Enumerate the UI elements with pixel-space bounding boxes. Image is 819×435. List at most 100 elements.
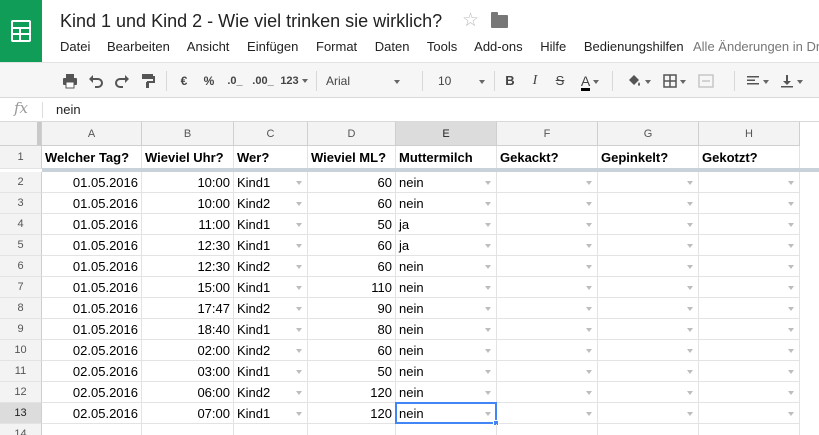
table-cell[interactable]: 110 bbox=[308, 277, 396, 298]
table-cell[interactable] bbox=[497, 214, 598, 235]
table-cell[interactable] bbox=[699, 277, 800, 298]
table-cell[interactable] bbox=[699, 403, 800, 424]
table-cell[interactable] bbox=[598, 382, 699, 403]
table-cell[interactable] bbox=[598, 319, 699, 340]
table-cell[interactable]: 60 bbox=[308, 193, 396, 214]
dropdown-arrow-icon[interactable] bbox=[586, 181, 592, 185]
dropdown-arrow-icon[interactable] bbox=[788, 307, 794, 311]
table-cell[interactable]: 50 bbox=[308, 361, 396, 382]
dropdown-arrow-icon[interactable] bbox=[687, 223, 693, 227]
dropdown-arrow-icon[interactable] bbox=[788, 223, 794, 227]
merge-cells-icon[interactable] bbox=[694, 71, 718, 91]
dropdown-arrow-icon[interactable] bbox=[687, 391, 693, 395]
star-icon[interactable]: ☆ bbox=[462, 9, 479, 32]
row-header[interactable]: 10 bbox=[0, 340, 42, 361]
table-cell[interactable] bbox=[497, 193, 598, 214]
header-cell[interactable]: Gekotzt? bbox=[699, 146, 800, 169]
table-cell[interactable]: Kind1 bbox=[234, 361, 308, 382]
row-header[interactable]: 2 bbox=[0, 172, 42, 193]
dropdown-arrow-icon[interactable] bbox=[485, 265, 491, 269]
menu-ansicht[interactable]: Ansicht bbox=[187, 39, 230, 54]
table-cell[interactable] bbox=[497, 298, 598, 319]
menu-bedienungshilfen[interactable]: Bedienungshilfen bbox=[584, 39, 684, 54]
table-cell[interactable] bbox=[497, 403, 598, 424]
table-cell[interactable] bbox=[699, 235, 800, 256]
table-cell[interactable]: 60 bbox=[308, 172, 396, 193]
dropdown-arrow-icon[interactable] bbox=[687, 202, 693, 206]
table-cell[interactable] bbox=[396, 424, 497, 435]
menu-einfuegen[interactable]: Einfügen bbox=[247, 39, 298, 54]
dropdown-arrow-icon[interactable] bbox=[485, 181, 491, 185]
table-cell[interactable]: Kind1 bbox=[234, 403, 308, 424]
table-cell[interactable]: Kind2 bbox=[234, 256, 308, 277]
decrease-decimal-button[interactable]: .0_ bbox=[224, 71, 246, 91]
select-all-corner[interactable] bbox=[0, 122, 42, 146]
dropdown-arrow-icon[interactable] bbox=[586, 412, 592, 416]
table-cell[interactable] bbox=[598, 424, 699, 435]
dropdown-arrow-icon[interactable] bbox=[485, 370, 491, 374]
dropdown-arrow-icon[interactable] bbox=[296, 223, 302, 227]
table-cell[interactable] bbox=[598, 193, 699, 214]
dropdown-arrow-icon[interactable] bbox=[788, 202, 794, 206]
header-cell[interactable]: Wer? bbox=[234, 146, 308, 169]
table-cell[interactable] bbox=[699, 340, 800, 361]
table-cell[interactable] bbox=[497, 361, 598, 382]
table-cell[interactable] bbox=[699, 319, 800, 340]
dropdown-arrow-icon[interactable] bbox=[296, 202, 302, 206]
table-cell[interactable]: nein bbox=[396, 172, 497, 193]
table-cell[interactable]: 02.05.2016 bbox=[42, 403, 142, 424]
table-cell[interactable]: 80 bbox=[308, 319, 396, 340]
table-cell[interactable]: 10:00 bbox=[142, 172, 234, 193]
dropdown-arrow-icon[interactable] bbox=[788, 391, 794, 395]
table-cell[interactable]: 60 bbox=[308, 256, 396, 277]
row-header[interactable]: 12 bbox=[0, 382, 42, 403]
table-cell[interactable] bbox=[699, 193, 800, 214]
dropdown-arrow-icon[interactable] bbox=[586, 328, 592, 332]
table-cell[interactable]: 12:30 bbox=[142, 235, 234, 256]
document-title[interactable]: Kind 1 und Kind 2 - Wie viel trinken sie… bbox=[60, 11, 442, 32]
formula-input[interactable]: nein bbox=[56, 102, 81, 117]
dropdown-arrow-icon[interactable] bbox=[485, 223, 491, 227]
dropdown-arrow-icon[interactable] bbox=[586, 391, 592, 395]
table-cell[interactable]: Kind1 bbox=[234, 172, 308, 193]
table-cell[interactable]: 02.05.2016 bbox=[42, 361, 142, 382]
menu-hilfe[interactable]: Hilfe bbox=[540, 39, 566, 54]
text-color-button[interactable]: A bbox=[576, 71, 604, 91]
table-cell[interactable]: Kind1 bbox=[234, 235, 308, 256]
table-cell[interactable] bbox=[598, 361, 699, 382]
fill-color-button[interactable] bbox=[622, 71, 654, 91]
column-header-d[interactable]: D bbox=[308, 122, 396, 146]
table-cell[interactable]: 15:00 bbox=[142, 277, 234, 298]
dropdown-arrow-icon[interactable] bbox=[788, 244, 794, 248]
column-header-c[interactable]: C bbox=[234, 122, 308, 146]
table-cell[interactable]: nein bbox=[396, 298, 497, 319]
table-cell[interactable]: 06:00 bbox=[142, 382, 234, 403]
horizontal-align-button[interactable] bbox=[744, 71, 770, 91]
row-header[interactable]: 9 bbox=[0, 319, 42, 340]
row-header[interactable]: 3 bbox=[0, 193, 42, 214]
table-cell[interactable]: Kind1 bbox=[234, 214, 308, 235]
row-header[interactable]: 1 bbox=[0, 146, 42, 169]
table-cell[interactable] bbox=[497, 340, 598, 361]
menu-bearbeiten[interactable]: Bearbeiten bbox=[107, 39, 170, 54]
table-cell[interactable] bbox=[142, 424, 234, 435]
table-cell[interactable]: nein bbox=[396, 340, 497, 361]
table-cell[interactable]: 01.05.2016 bbox=[42, 256, 142, 277]
dropdown-arrow-icon[interactable] bbox=[687, 328, 693, 332]
dropdown-arrow-icon[interactable] bbox=[296, 370, 302, 374]
menu-tools[interactable]: Tools bbox=[427, 39, 457, 54]
dropdown-arrow-icon[interactable] bbox=[788, 370, 794, 374]
table-cell[interactable] bbox=[308, 424, 396, 435]
row-header[interactable]: 14 bbox=[0, 424, 42, 435]
dropdown-arrow-icon[interactable] bbox=[485, 349, 491, 353]
dropdown-arrow-icon[interactable] bbox=[586, 307, 592, 311]
table-cell[interactable] bbox=[699, 214, 800, 235]
table-cell[interactable] bbox=[598, 256, 699, 277]
dropdown-arrow-icon[interactable] bbox=[788, 349, 794, 353]
vertical-align-button[interactable] bbox=[778, 71, 804, 91]
table-cell[interactable]: ja bbox=[396, 214, 497, 235]
column-header-a[interactable]: A bbox=[42, 122, 142, 146]
dropdown-arrow-icon[interactable] bbox=[687, 370, 693, 374]
dropdown-arrow-icon[interactable] bbox=[586, 370, 592, 374]
table-cell[interactable]: 11:00 bbox=[142, 214, 234, 235]
